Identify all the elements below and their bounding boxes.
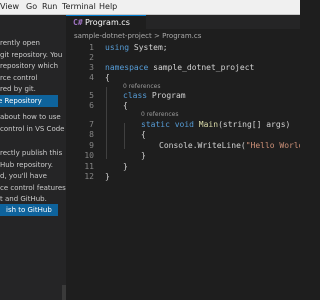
code-line: } [141, 151, 146, 160]
menu-go[interactable]: Go [26, 0, 37, 14]
line-number: 1 [89, 43, 94, 52]
keyword: class [123, 91, 148, 100]
codelens-references[interactable]: 0 references [123, 83, 161, 91]
line-number: 4 [89, 73, 94, 82]
line-number: 5 [89, 91, 94, 100]
line-number: 8 [89, 130, 94, 139]
indent-guide [124, 123, 125, 149]
breadcrumb-file[interactable]: Program.cs [162, 32, 201, 40]
code-text: Program [147, 91, 186, 100]
code-line: { [141, 130, 146, 139]
indent-guide [106, 87, 107, 159]
keyword: namespace [105, 63, 149, 72]
editor-tab-bar: C# Program.cs [66, 15, 300, 29]
menu-view[interactable]: View [0, 0, 19, 14]
line-number: 3 [89, 63, 94, 72]
code-line: } [105, 172, 110, 181]
code-line: namespace sample_dotnet_project [105, 63, 254, 73]
code-line: { [123, 101, 128, 110]
initialize-repository-button[interactable]: e Repository [0, 95, 58, 107]
codelens-references[interactable]: 0 references [141, 111, 179, 119]
publish-to-github-label: ish to GitHub [6, 206, 52, 214]
menu-help[interactable]: Help [99, 0, 117, 14]
source-control-sidebar: rently open git repository. You reposito… [0, 15, 66, 300]
no-repo-message: rently open git repository. You reposito… [0, 39, 63, 93]
line-number: 10 [84, 151, 94, 160]
code-line: using System; [105, 43, 168, 53]
line-number: 9 [89, 141, 94, 150]
tab-program-cs[interactable]: C# Program.cs [66, 15, 146, 29]
menu-bar: View Go Run Terminal Help [0, 0, 300, 15]
code-area[interactable]: 1 2 3 4 5 6 7 8 9 10 11 12 using System;… [66, 43, 300, 300]
code-text: System; [129, 43, 168, 52]
breadcrumb-separator-icon: > [154, 32, 160, 40]
menu-terminal[interactable]: Terminal [62, 0, 96, 14]
code-line: } [123, 162, 128, 171]
code-text: Console.WriteLine( [159, 141, 246, 150]
tab-label: Program.cs [85, 18, 130, 27]
code-text: sample_dotnet_project [148, 63, 255, 72]
breadcrumb: sample-dotnet-project > Program.cs [74, 31, 201, 41]
string-literal: "Hello World!" [245, 141, 300, 150]
line-number: 2 [89, 53, 94, 62]
code-line: Console.WriteLine("Hello World!"); [159, 141, 300, 151]
publish-to-github-button[interactable]: ish to GitHub [0, 204, 58, 216]
csharp-file-icon: C# [73, 18, 83, 27]
line-number: 6 [89, 101, 94, 110]
code-editor: C# Program.cs sample-dotnet-project > Pr… [66, 15, 300, 300]
keyword: using [105, 43, 130, 52]
keyword: static void [141, 120, 194, 129]
publish-message: rectly publish this Hub repository. d, y… [0, 149, 66, 203]
initialize-repository-label: e Repository [0, 97, 42, 105]
code-line: { [105, 73, 110, 82]
code-line: class Program [123, 91, 186, 101]
code-line: static void Main(string[] args) [141, 120, 290, 130]
menu-run[interactable]: Run [42, 0, 57, 14]
learn-more-message: about how to use control in VS Code [0, 113, 65, 133]
code-text: (string[] args) [218, 120, 291, 129]
line-number: 12 [84, 172, 94, 181]
line-number: 7 [89, 120, 94, 129]
method-name: Main [193, 120, 219, 129]
line-number: 11 [84, 162, 94, 171]
breadcrumb-folder[interactable]: sample-dotnet-project [74, 32, 152, 40]
